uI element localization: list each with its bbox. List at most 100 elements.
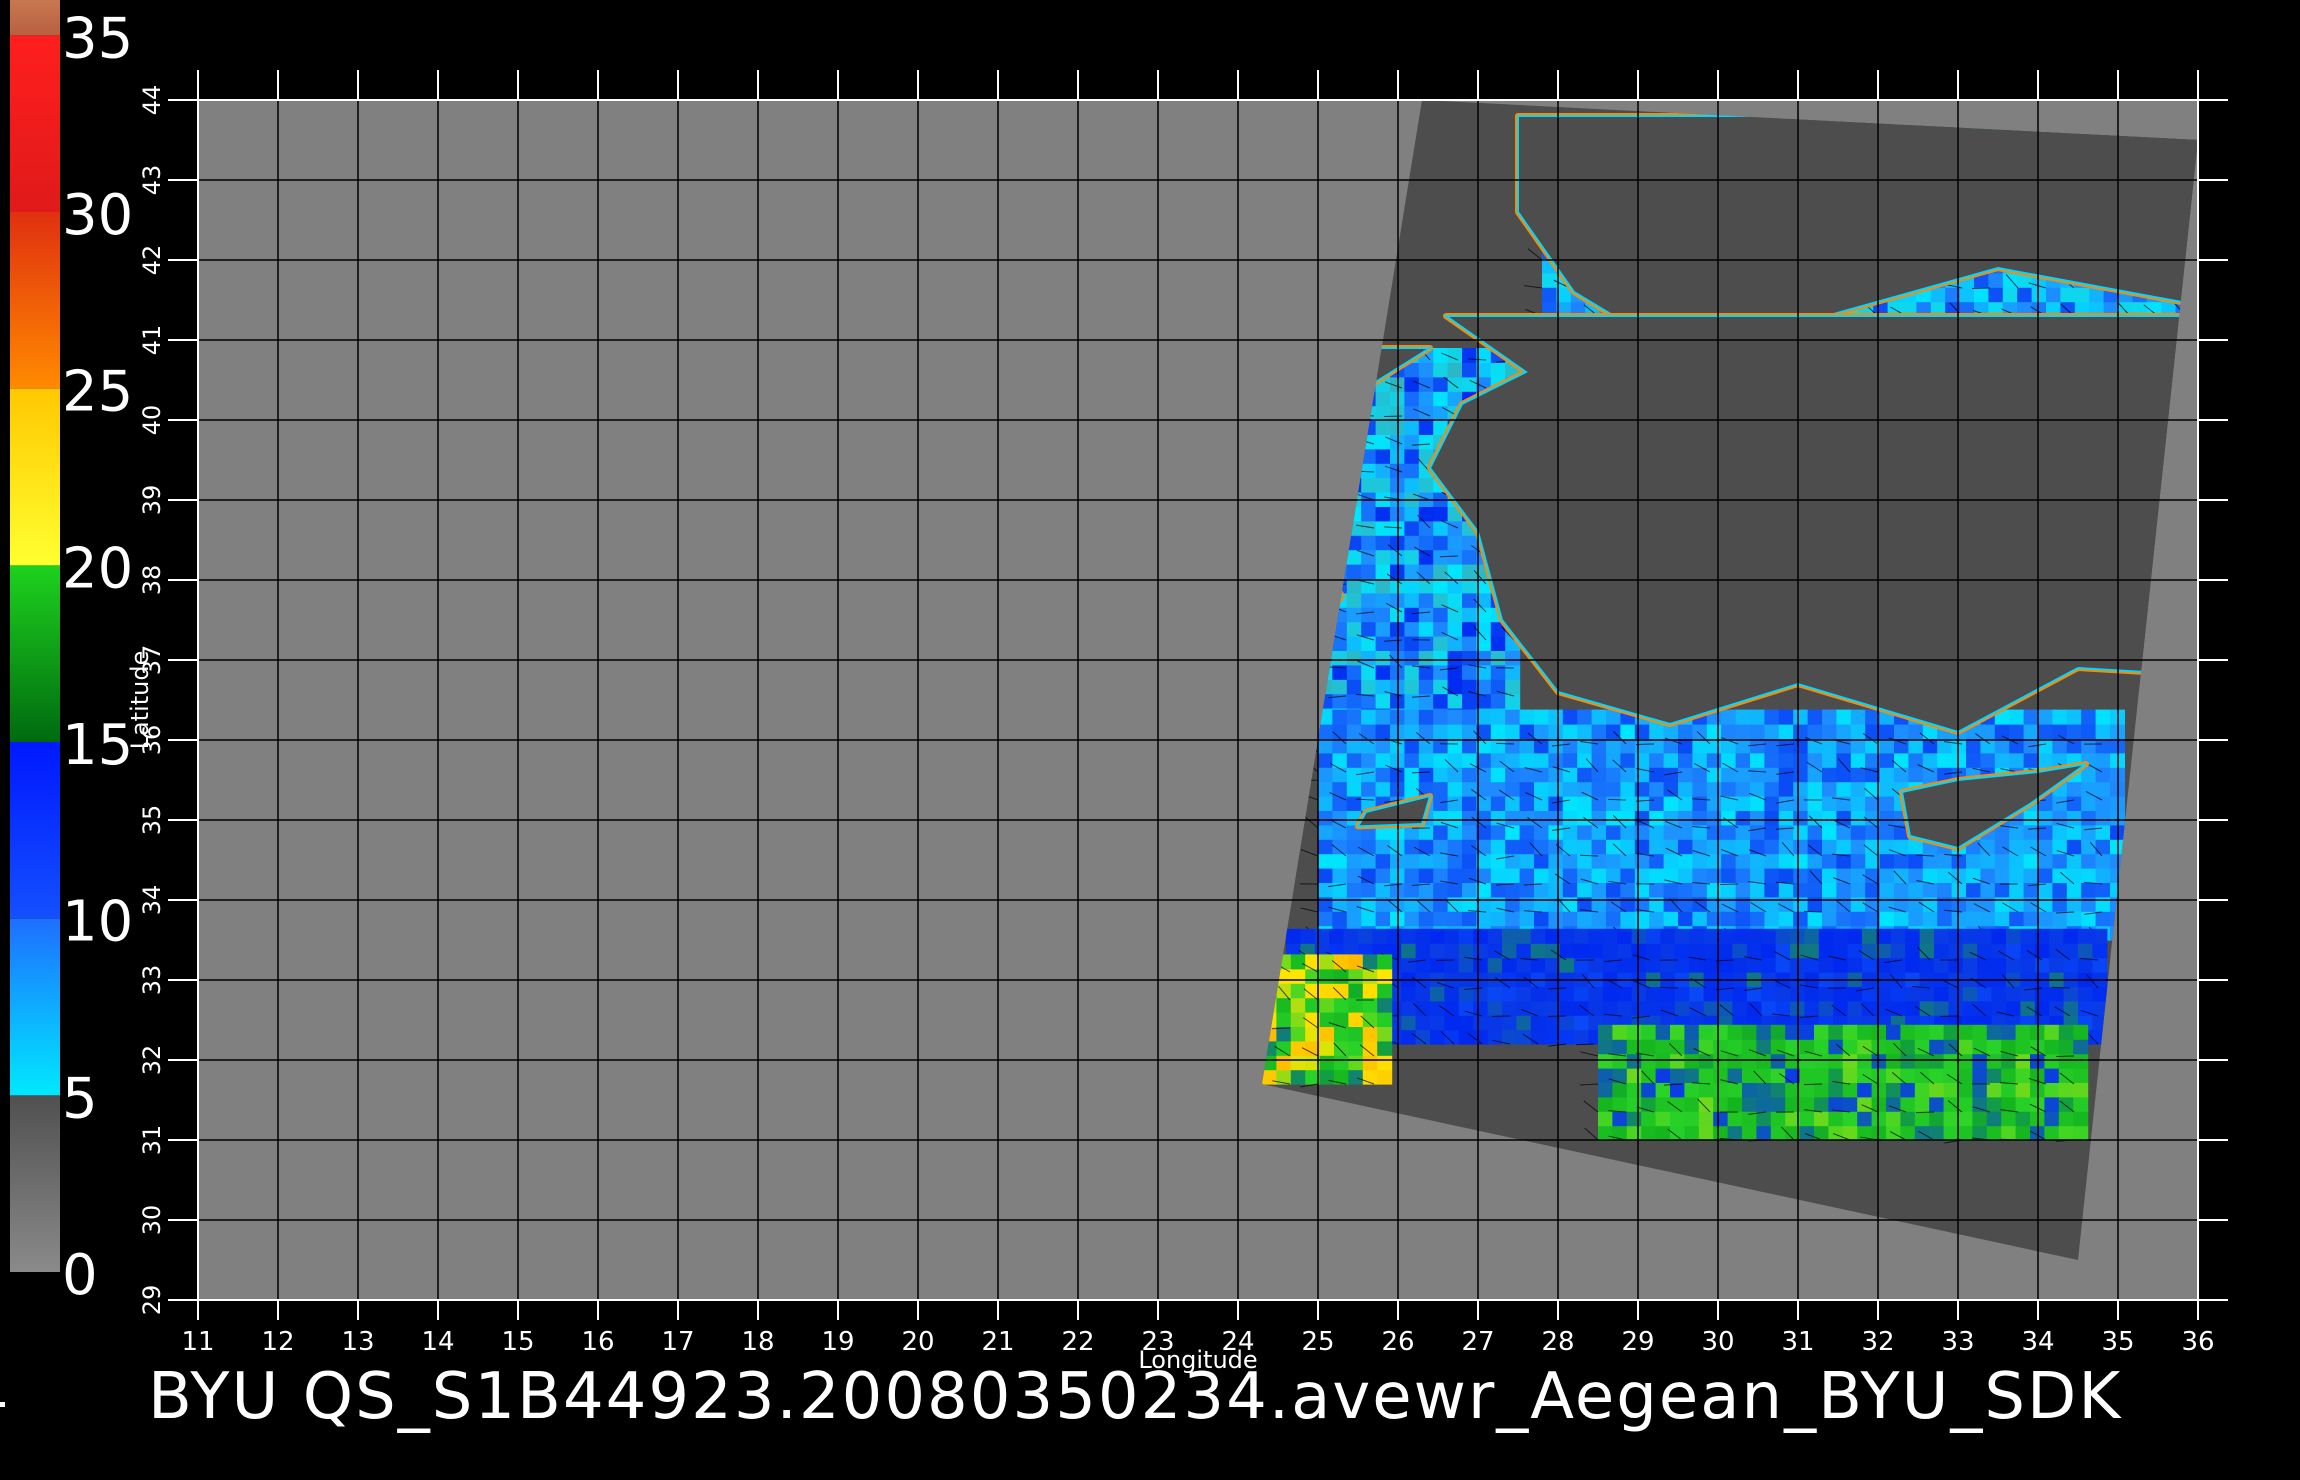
wind-cell bbox=[1318, 882, 1333, 898]
wind-cell bbox=[1850, 781, 1866, 797]
wind-cell bbox=[1606, 767, 1621, 783]
wind-cell bbox=[1462, 376, 1477, 392]
wind-cell bbox=[1914, 1024, 1930, 1040]
wind-cell bbox=[1577, 839, 1593, 855]
wind-vector bbox=[1607, 798, 1627, 801]
wind-cell bbox=[1346, 564, 1362, 579]
wind-cell bbox=[1770, 1096, 1786, 1112]
wind-cell bbox=[1361, 477, 1377, 493]
wind-cell bbox=[2052, 810, 2068, 826]
wind-cell bbox=[1958, 1111, 1973, 1127]
wind-cell bbox=[1793, 767, 1809, 783]
wind-cell bbox=[2081, 781, 2097, 797]
wind-cell bbox=[1842, 1082, 1858, 1098]
wind-cell bbox=[1663, 781, 1679, 797]
wind-cell bbox=[1577, 796, 1593, 811]
wind-cell bbox=[1505, 767, 1521, 783]
wind-cell bbox=[1908, 868, 1924, 883]
wind-cell bbox=[1346, 664, 1362, 680]
colorbar-segment bbox=[10, 918, 60, 1096]
wind-cell bbox=[1905, 943, 1921, 959]
wind-cell bbox=[1433, 853, 1449, 869]
wind-cell bbox=[2023, 839, 2039, 855]
wind-cell bbox=[1718, 943, 1733, 959]
wind-cell bbox=[1660, 986, 1676, 1002]
wind-cell bbox=[2063, 986, 2079, 1002]
wind-cell bbox=[1620, 839, 1636, 855]
wind-cell bbox=[1404, 896, 1420, 912]
wind-cell bbox=[1548, 853, 1564, 869]
wind-cell bbox=[1908, 752, 1924, 768]
wind-cell bbox=[1401, 1000, 1417, 1016]
wind-cell bbox=[1346, 781, 1362, 797]
wind-cell bbox=[1444, 1015, 1460, 1031]
wind-cell bbox=[1742, 1096, 1757, 1112]
wind-cell bbox=[1980, 839, 1996, 855]
wind-cell bbox=[1814, 1111, 1829, 1127]
wind-cell bbox=[1559, 1000, 1575, 1016]
wind-cell bbox=[1914, 1096, 1930, 1112]
wind-cell bbox=[2066, 709, 2082, 725]
wind-cell bbox=[1814, 1096, 1829, 1112]
wind-cell bbox=[1361, 839, 1377, 855]
wind-cell bbox=[1775, 957, 1791, 973]
wind-cell bbox=[1986, 1082, 2002, 1098]
wind-cell bbox=[1318, 896, 1333, 912]
wind-cell bbox=[1487, 1015, 1503, 1031]
wind-cell bbox=[1756, 1039, 1772, 1055]
wind-cell bbox=[1401, 957, 1417, 973]
wind-cell bbox=[1962, 986, 1978, 1002]
wind-cell bbox=[1962, 1000, 1978, 1016]
wind-cell bbox=[1612, 1039, 1628, 1055]
wind-cell bbox=[1929, 1039, 1945, 1055]
wind-cell bbox=[1986, 1039, 2002, 1055]
wind-cell bbox=[1634, 911, 1650, 927]
wind-cell bbox=[2001, 1096, 2017, 1112]
wind-cell bbox=[1879, 810, 1895, 826]
wind-cell bbox=[1574, 986, 1589, 1002]
wind-cell bbox=[2074, 287, 2090, 303]
wind-cell bbox=[1346, 896, 1362, 912]
wind-cell bbox=[1948, 943, 1964, 959]
wind-cell bbox=[1822, 911, 1837, 927]
wind-cell bbox=[1415, 928, 1431, 944]
wind-cell bbox=[1577, 868, 1593, 883]
wind-cell bbox=[1490, 767, 1506, 783]
wind-cell bbox=[1404, 420, 1420, 435]
wind-cell bbox=[1620, 781, 1636, 797]
wind-cell bbox=[1804, 943, 1820, 959]
wind-cell bbox=[1692, 868, 1708, 883]
wind-cell bbox=[1462, 709, 1477, 725]
wind-cell bbox=[1591, 868, 1607, 883]
wind-cell bbox=[1346, 693, 1362, 709]
wind-cell bbox=[1850, 896, 1866, 912]
wind-cell bbox=[1914, 1068, 1930, 1083]
wind-cell bbox=[1319, 1055, 1335, 1071]
wind-cell bbox=[1490, 781, 1506, 797]
wind-cell bbox=[1770, 1082, 1786, 1098]
colorbar-segment bbox=[10, 565, 60, 742]
wind-cell bbox=[1361, 709, 1377, 725]
wind-cell bbox=[1908, 896, 1924, 912]
wind-cell bbox=[1879, 724, 1895, 739]
wind-cell bbox=[1977, 928, 1993, 944]
wind-cell bbox=[1778, 724, 1794, 739]
wind-cell bbox=[1433, 824, 1449, 840]
wind-cell bbox=[1742, 1082, 1757, 1098]
wind-cell bbox=[1318, 810, 1333, 826]
wind-cell bbox=[1818, 957, 1834, 973]
wind-cell bbox=[2052, 853, 2068, 869]
wind-cell bbox=[1951, 911, 1967, 927]
wind-cell bbox=[1418, 752, 1434, 768]
wind-cell bbox=[1836, 781, 1852, 797]
wind-cell bbox=[1375, 664, 1391, 680]
wind-cell bbox=[1764, 709, 1780, 725]
wind-cell bbox=[1721, 911, 1737, 927]
wind-cell bbox=[1626, 1068, 1642, 1083]
wind-cell bbox=[1692, 839, 1708, 855]
wind-cell bbox=[1962, 943, 1978, 959]
wind-cell bbox=[1842, 1111, 1858, 1127]
wind-cell bbox=[1430, 928, 1445, 944]
wind-cell bbox=[1505, 824, 1521, 840]
wind-cell bbox=[2052, 896, 2068, 912]
